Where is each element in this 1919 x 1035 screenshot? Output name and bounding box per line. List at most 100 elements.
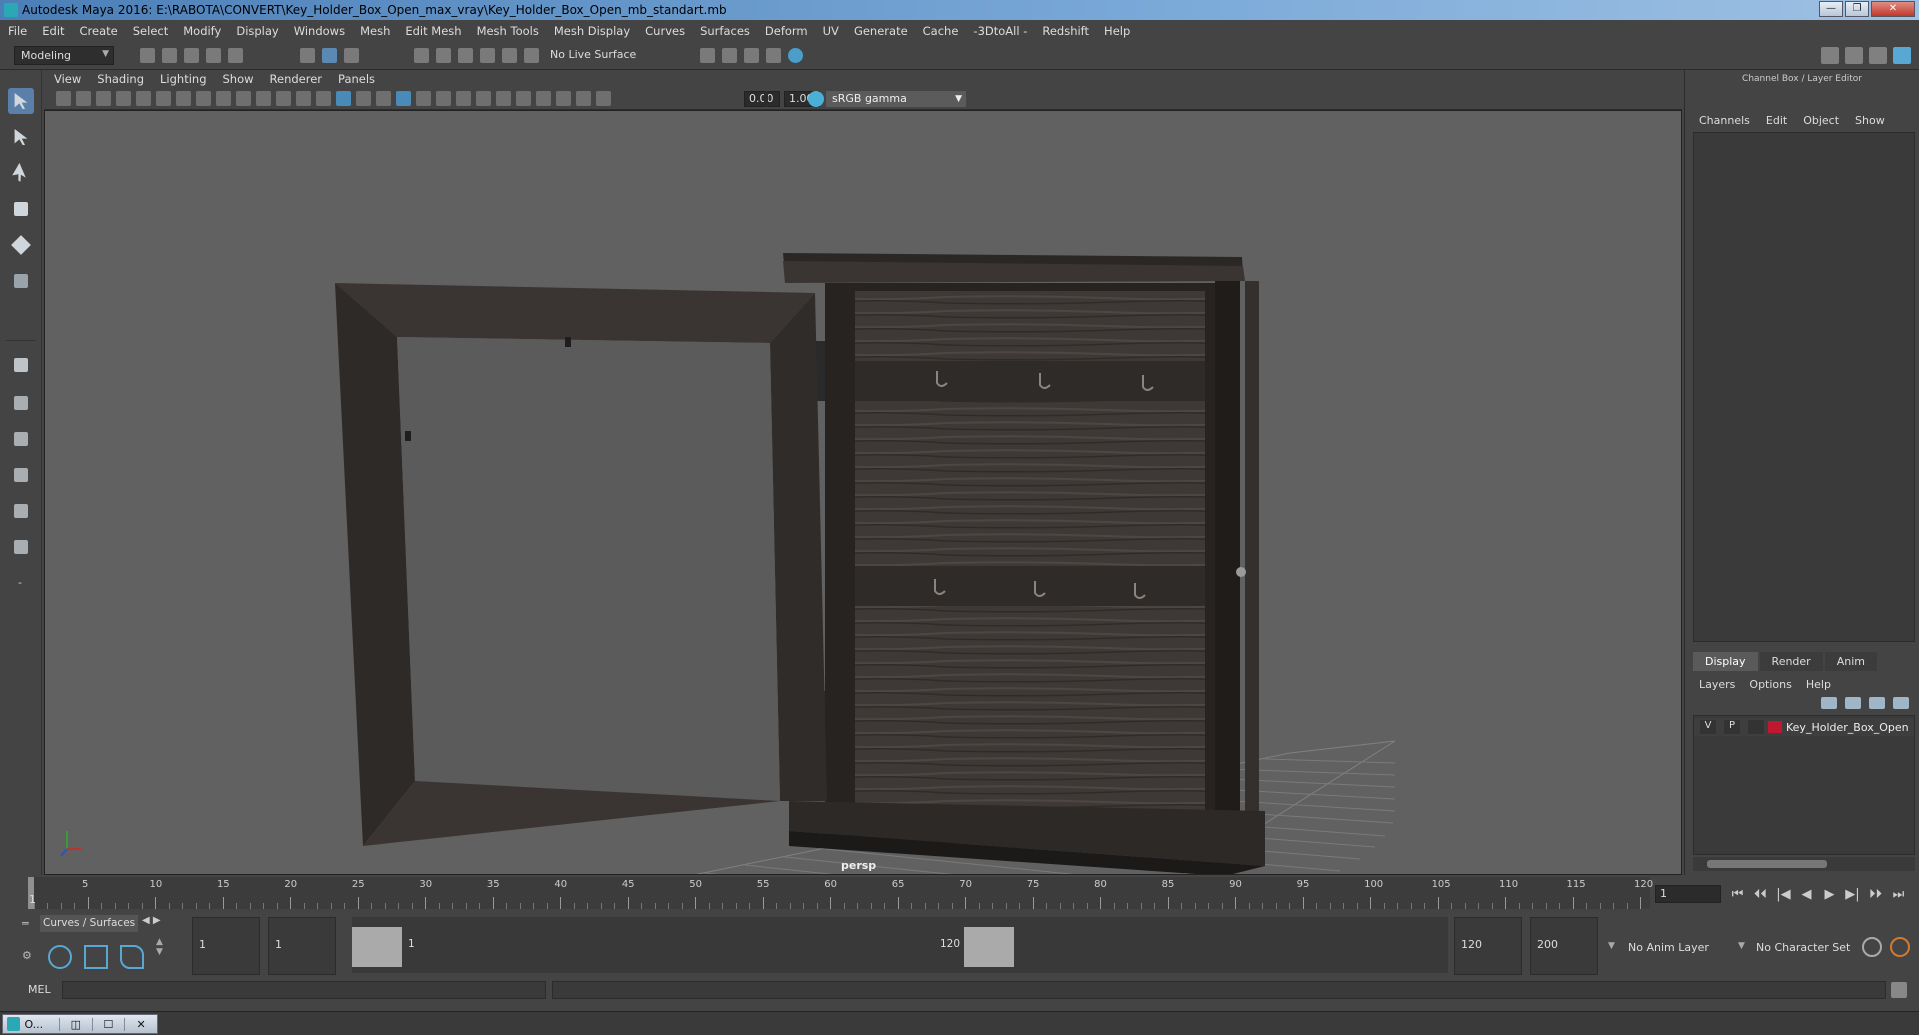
rotate-tool-icon[interactable] — [8, 232, 34, 258]
gate-mask-icon[interactable] — [236, 91, 251, 106]
menu-3dtoall[interactable]: -3DtoAll - — [973, 24, 1027, 38]
resolution-gate-icon[interactable] — [216, 91, 231, 106]
menu-generate[interactable]: Generate — [854, 24, 908, 38]
select-object-icon[interactable] — [322, 48, 337, 63]
exposure-icon[interactable] — [596, 91, 611, 106]
menu-select[interactable]: Select — [133, 24, 168, 38]
select-camera-icon[interactable] — [56, 91, 71, 106]
select-hierarchy-icon[interactable] — [300, 48, 315, 63]
step-back-key-icon[interactable]: ⏴⏴ — [1753, 887, 1768, 902]
nurbs-circle-icon[interactable] — [48, 945, 72, 969]
shelf-tab[interactable]: Curves / Surfaces — [40, 915, 138, 932]
minimized-window-button[interactable]: O... ◫ ☐ ✕ — [2, 1014, 158, 1034]
play-forwards-icon[interactable]: ▶ — [1822, 887, 1837, 902]
channel-box-toggle-icon[interactable] — [1893, 47, 1911, 64]
close-button[interactable]: ✕ — [1871, 1, 1915, 17]
go-to-end-icon[interactable]: ⏭ — [1891, 887, 1906, 902]
panel-menu-view[interactable]: View — [54, 72, 81, 86]
undo-icon[interactable] — [206, 48, 221, 63]
ep-curve-icon[interactable] — [120, 945, 144, 969]
paint-select-tool-icon[interactable] — [8, 160, 34, 186]
move-layer-down-icon[interactable] — [1845, 697, 1861, 709]
move-layer-up-icon[interactable] — [1821, 697, 1837, 709]
snap-live-icon[interactable] — [502, 48, 517, 63]
menu-cache[interactable]: Cache — [923, 24, 959, 38]
snap-grid-icon[interactable] — [414, 48, 429, 63]
persp-graph-layout-icon[interactable] — [8, 462, 34, 488]
perspective-view[interactable]: persp — [44, 110, 1682, 875]
layer-scrollbar[interactable] — [1693, 857, 1915, 871]
shelf-scroll-updown-icon[interactable]: ▲ ▼ — [156, 937, 163, 957]
menu-surfaces[interactable]: Surfaces — [700, 24, 750, 38]
use-default-material-icon[interactable] — [376, 91, 391, 106]
more-layouts-icon[interactable]: - — [8, 570, 34, 596]
play-backwards-icon[interactable]: ◀ — [1799, 887, 1814, 902]
camera-attributes-icon[interactable] — [76, 91, 91, 106]
new-scene-icon[interactable] — [140, 48, 155, 63]
snap-curve-icon[interactable] — [436, 48, 451, 63]
menu-edit[interactable]: Edit — [42, 24, 64, 38]
tab-anim[interactable]: Anim — [1824, 652, 1877, 671]
render-settings-icon[interactable] — [744, 48, 759, 63]
close-icon[interactable]: ✕ — [124, 1017, 157, 1031]
current-frame-field[interactable]: 1 — [1655, 885, 1721, 903]
xray-icon[interactable] — [536, 91, 551, 106]
move-tool-icon[interactable] — [8, 196, 34, 222]
nurbs-square-icon[interactable] — [84, 945, 108, 969]
tab-render[interactable]: Render — [1759, 652, 1823, 671]
panel-menu-renderer[interactable]: Renderer — [270, 72, 323, 86]
step-forward-key-icon[interactable]: ⏵⏵ — [1868, 887, 1883, 902]
maximize-icon[interactable]: ☐ — [91, 1017, 125, 1031]
hypershade-layout-icon[interactable] — [8, 534, 34, 560]
menu-mesh-display[interactable]: Mesh Display — [554, 24, 630, 38]
character-set-selector[interactable]: No Character Set — [1756, 941, 1850, 954]
chevron-down-icon[interactable]: ▼ — [1738, 941, 1745, 951]
film-gate-icon[interactable] — [196, 91, 211, 106]
twod-pan-zoom-icon[interactable] — [156, 91, 171, 106]
grid-toggle-icon[interactable] — [176, 91, 191, 106]
select-tool-icon[interactable] — [8, 88, 34, 114]
menu-deform[interactable]: Deform — [765, 24, 808, 38]
wireframe-icon[interactable] — [316, 91, 331, 106]
restore-icon[interactable]: ◫ — [58, 1017, 92, 1031]
panel-menu-show[interactable]: Show — [223, 72, 254, 86]
persp-outliner-layout-icon[interactable] — [8, 426, 34, 452]
layer-menu-options[interactable]: Options — [1749, 678, 1791, 691]
tab-display[interactable]: Display — [1693, 652, 1758, 671]
playback-end-field[interactable]: 120 — [1454, 917, 1522, 975]
animation-prefs-icon[interactable] — [1890, 937, 1910, 957]
image-plane-icon[interactable] — [116, 91, 131, 106]
isolate-select-icon[interactable] — [516, 91, 531, 106]
animation-end-field[interactable]: 200 — [1530, 917, 1598, 975]
motion-blur-icon[interactable] — [476, 91, 491, 106]
new-layer-selected-icon[interactable] — [1893, 697, 1909, 709]
layer-playback-toggle[interactable]: P — [1724, 720, 1740, 734]
chevron-down-icon[interactable]: ▼ — [1608, 941, 1615, 951]
attribute-editor-icon[interactable] — [1845, 47, 1863, 64]
menu-display[interactable]: Display — [236, 24, 278, 38]
use-all-lights-icon[interactable] — [416, 91, 431, 106]
bookmark-icon[interactable] — [96, 91, 111, 106]
shadows-icon[interactable] — [436, 91, 451, 106]
tool-settings-icon[interactable] — [1869, 47, 1887, 64]
redo-icon[interactable] — [228, 48, 243, 63]
minimize-icon[interactable]: — — [1819, 1, 1843, 17]
panel-menu-lighting[interactable]: Lighting — [160, 72, 206, 86]
channel-menu-channels[interactable]: Channels — [1699, 114, 1750, 127]
menu-file[interactable]: File — [8, 24, 27, 38]
field-chart-icon[interactable] — [256, 91, 271, 106]
outliner-persp-layout-icon[interactable] — [8, 498, 34, 524]
grease-pencil-icon[interactable] — [136, 91, 151, 106]
layer-display-type-toggle[interactable] — [1748, 720, 1764, 734]
step-forward-frame-icon[interactable]: ▶| — [1845, 887, 1860, 902]
lasso-tool-icon[interactable] — [8, 124, 34, 150]
layer-menu-help[interactable]: Help — [1806, 678, 1831, 691]
layer-menu-layers[interactable]: Layers — [1699, 678, 1735, 691]
layer-row[interactable]: V P Key_Holder_Box_Open — [1694, 718, 1914, 736]
channel-menu-object[interactable]: Object — [1803, 114, 1839, 127]
color-management-icon[interactable] — [808, 91, 824, 107]
snap-magnet-icon[interactable] — [524, 48, 539, 63]
exposure-field[interactable]: 0.00 — [744, 91, 780, 107]
wireframe-on-shaded-icon[interactable] — [356, 91, 371, 106]
panel-menu-shading[interactable]: Shading — [97, 72, 144, 86]
